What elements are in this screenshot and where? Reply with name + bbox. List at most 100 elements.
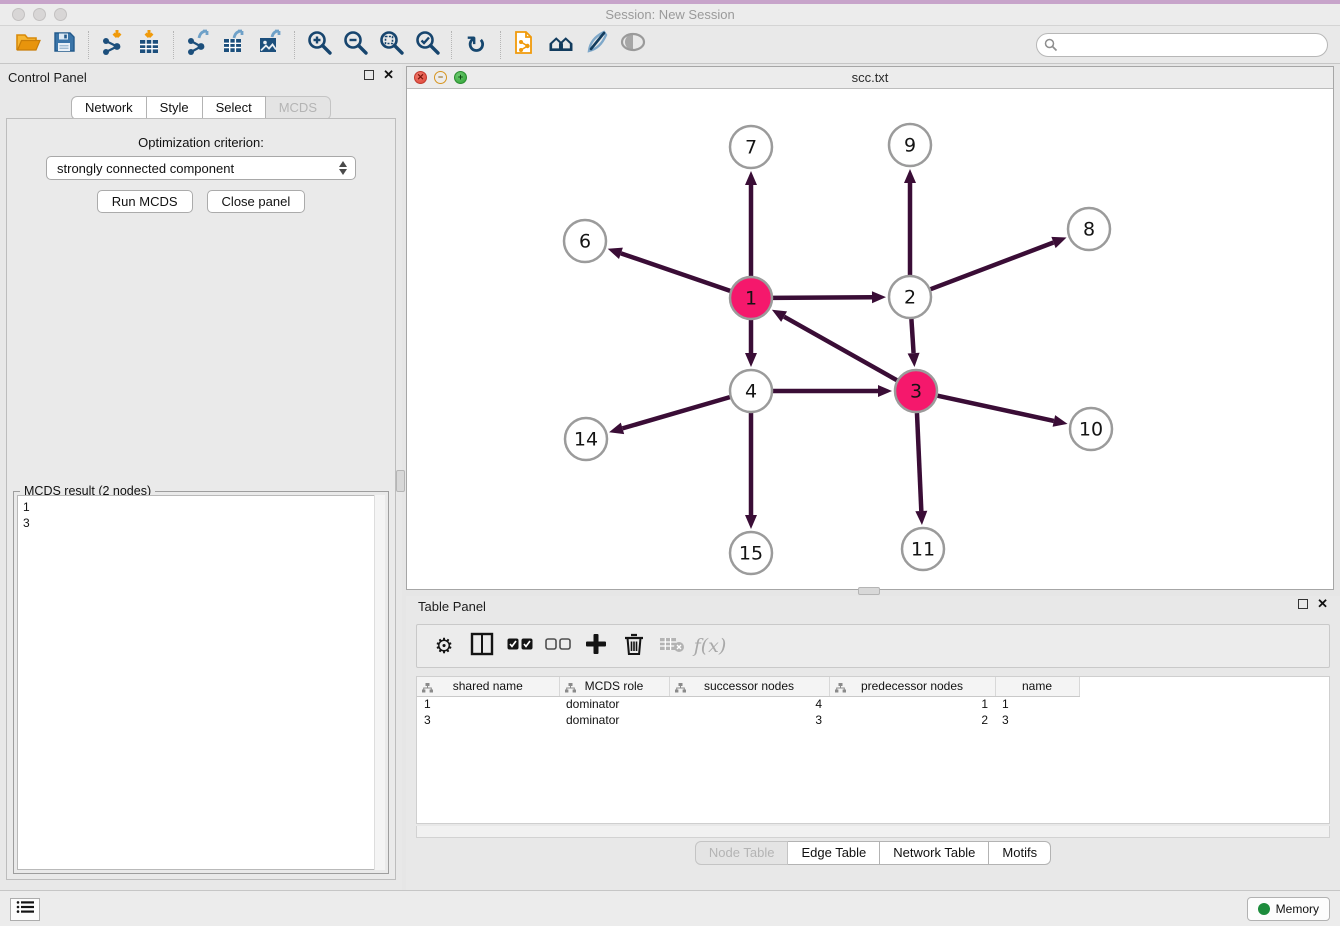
tab-motifs[interactable]: Motifs [989,841,1051,865]
first-neighbors-button[interactable]: ⌂⌂ [543,29,579,61]
table-row[interactable]: 1 dominator 4 1 1 [417,696,1093,712]
float-panel-icon[interactable] [364,70,374,80]
zoom-fit-button[interactable] [373,29,409,61]
graph-edge[interactable] [784,317,897,381]
graph-edge[interactable] [911,319,913,353]
close-panel-button[interactable]: Close panel [207,190,306,213]
optimization-criterion-select[interactable]: strongly connected component [46,156,356,180]
document-share-icon [512,28,538,61]
style-button[interactable] [579,29,615,61]
unselect-all-button[interactable] [541,629,575,663]
delete-table-button[interactable] [655,629,689,663]
graph-edge[interactable] [621,253,730,291]
trash-icon [623,632,645,661]
select-all-button[interactable] [503,629,537,663]
import-table-button[interactable] [131,29,167,61]
table-row[interactable]: 3 dominator 3 2 3 [417,712,1093,728]
column-header-shared-name[interactable]: shared name [417,677,559,696]
tab-select[interactable]: Select [203,96,266,120]
graph-edge-arrowhead [608,248,623,259]
tab-network-table[interactable]: Network Table [880,841,989,865]
delete-column-button[interactable] [617,629,651,663]
graph-node-label: 15 [739,543,763,565]
column-header-name[interactable]: name [995,677,1079,696]
style-brush-icon [584,29,610,60]
hide-show-button[interactable] [615,29,651,61]
table-horizontal-scrollbar[interactable] [416,826,1330,838]
run-mcds-button[interactable]: Run MCDS [97,190,193,213]
create-column-button[interactable] [579,629,613,663]
close-panel-icon[interactable]: ✕ [383,70,394,80]
network-canvas[interactable]: 1234678910111415 [407,89,1333,589]
tab-mcds[interactable]: MCDS [266,96,331,120]
graph-node-label: 11 [911,539,935,561]
cell-mcds-role[interactable]: dominator [559,696,669,712]
column-header-predecessor-nodes[interactable]: predecessor nodes [829,677,995,696]
optimization-criterion-label: Optimization criterion: [7,135,395,150]
mcds-result-text[interactable]: 1 3 [17,495,385,870]
graph-node-label: 14 [574,429,598,451]
graph-edge[interactable] [622,397,729,428]
cell-name[interactable]: 1 [995,696,1079,712]
graph-edge[interactable] [931,242,1054,289]
control-panel-header: Control Panel ✕ [8,70,394,88]
search-icon [1044,38,1058,57]
apply-layout-button[interactable]: ↻ [458,29,494,61]
column-header-mcds-role[interactable]: MCDS role [559,677,669,696]
export-image-button[interactable] [252,29,288,61]
tab-node-table[interactable]: Node Table [695,841,789,865]
toolbar-separator [294,31,295,59]
new-network-from-selection-button[interactable] [507,29,543,61]
graph-edge-arrowhead [609,423,624,435]
zoom-selected-button[interactable] [409,29,445,61]
open-session-button[interactable] [10,29,46,61]
save-session-button[interactable] [46,29,82,61]
splitter-grip-vertical[interactable] [396,470,405,492]
zoom-out-button[interactable] [337,29,373,61]
cell-shared-name[interactable]: 3 [417,712,559,728]
tab-edge-table[interactable]: Edge Table [788,841,880,865]
node-table[interactable]: shared name MCDS role successor nodes pr… [416,676,1330,824]
table-panel: Table Panel ✕ ⚙ [406,596,1340,890]
graph-node-label: 10 [1079,419,1103,441]
export-network-button[interactable] [180,29,216,61]
function-builder-button[interactable]: f(x) [693,629,727,663]
cell-shared-name[interactable]: 1 [417,696,559,712]
tab-network[interactable]: Network [71,96,147,120]
graph-edge[interactable] [917,413,921,511]
show-columns-button[interactable] [465,629,499,663]
eye-icon [619,31,647,58]
splitter-grip-horizontal[interactable] [858,587,880,595]
graph-edge-arrowhead [745,515,757,529]
graph-node-label: 3 [910,381,922,403]
cell-mcds-role[interactable]: dominator [559,712,669,728]
task-history-button[interactable] [10,898,40,921]
export-table-button[interactable] [216,29,252,61]
mcds-tab-content: Optimization criterion: strongly connect… [6,118,396,880]
graph-edge[interactable] [773,297,872,298]
cell-predecessor-nodes[interactable]: 2 [829,712,995,728]
column-header-successor-nodes[interactable]: successor nodes [669,677,829,696]
import-network-button[interactable] [95,29,131,61]
search-input[interactable] [1036,33,1328,57]
close-table-panel-icon[interactable]: ✕ [1317,599,1328,609]
export-image-icon [257,29,283,60]
table-tabs: Node Table Edge Table Network Table Moti… [406,841,1340,865]
network-window-titlebar[interactable]: ✕ − + scc.txt [407,67,1333,89]
result-scrollbar[interactable] [374,495,385,870]
control-panel-tabs: Network Style Select MCDS [0,96,402,120]
network-canvas-svg: 1234678910111415 [407,89,1333,589]
cell-name[interactable]: 3 [995,712,1079,728]
cell-predecessor-nodes[interactable]: 1 [829,696,995,712]
cell-successor-nodes[interactable]: 4 [669,696,829,712]
graph-edge-arrowhead [745,171,757,185]
cell-successor-nodes[interactable]: 3 [669,712,829,728]
table-panel-title: Table Panel [418,599,486,614]
table-options-button[interactable]: ⚙ [427,629,461,663]
zoom-in-button[interactable] [301,29,337,61]
float-table-panel-icon[interactable] [1298,599,1308,609]
table-toolbar: ⚙ f(x) [416,624,1330,668]
graph-edge[interactable] [937,396,1053,421]
tab-style[interactable]: Style [147,96,203,120]
memory-button[interactable]: Memory [1247,897,1330,921]
